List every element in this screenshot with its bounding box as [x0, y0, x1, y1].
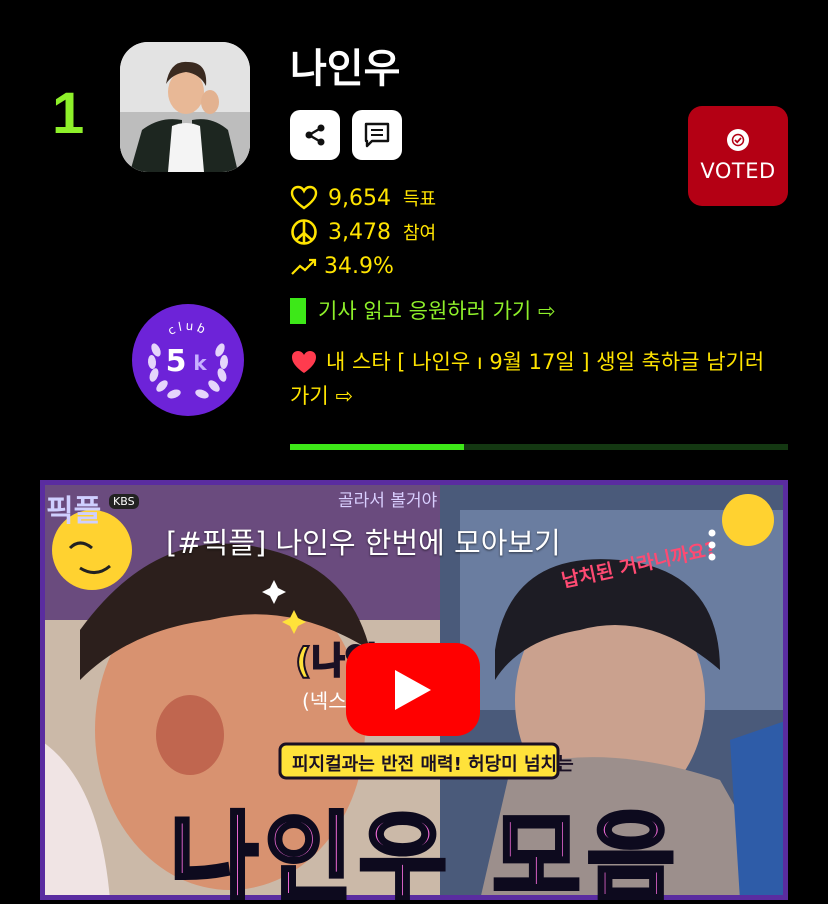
video-big-title: 나인우 모음	[168, 800, 682, 900]
birthday-link-line1: 내 스타 [ 나인우 ı 9월 17일 ] 생일 축하글 남기러	[326, 350, 765, 374]
rank-number: 1	[52, 81, 85, 146]
voted-label: VOTED	[700, 159, 776, 183]
artist-avatar[interactable]	[120, 42, 250, 172]
trending-up-icon	[291, 258, 317, 275]
heart-icon	[290, 185, 318, 210]
more-options-icon[interactable]	[706, 528, 718, 566]
club-5k-badge: club 5 k	[132, 304, 244, 416]
left-tag: 픽플	[46, 494, 102, 529]
article-link-marker	[290, 298, 306, 324]
sub-caption: (넥스	[302, 689, 347, 713]
vote-progress-fill	[290, 444, 465, 450]
voted-button[interactable]: VOTED	[688, 106, 788, 206]
rate-value: 34.9%	[324, 253, 394, 279]
red-heart-icon	[292, 351, 316, 373]
comment-button[interactable]	[352, 110, 402, 160]
artist-photo	[120, 42, 250, 172]
voted-check-icon	[727, 129, 749, 151]
votes-unit: 득표	[402, 189, 437, 210]
participants-unit: 참여	[402, 223, 437, 244]
yellow-caption: 피지컬과는 반전 매력! 허당미 넘치는	[292, 754, 574, 775]
top-caption: 골라서 볼거야	[338, 491, 438, 511]
peace-icon	[291, 219, 317, 245]
club-top-text: club	[166, 319, 208, 338]
play-icon	[395, 669, 431, 710]
vote-progress-bar	[290, 444, 788, 450]
comment-icon	[364, 122, 390, 148]
video-title[interactable]: [#픽플] 나인우 한번에 모아보기	[166, 520, 561, 562]
play-button[interactable]	[346, 643, 480, 736]
share-button[interactable]	[290, 110, 340, 160]
club-badge-number: 5	[166, 344, 187, 379]
share-icon	[305, 124, 325, 146]
club-badge-suffix: k	[193, 351, 207, 375]
youtube-video-embed[interactable]: 픽플 KBS 골라서 볼거야 납치된 거라니까요? (나인우) (넥스 피지컬과…	[40, 480, 788, 900]
birthday-link-line2: 가기 ⇨	[290, 384, 353, 408]
artist-name: 나인우	[290, 46, 401, 92]
votes-value: 9,654	[328, 185, 391, 211]
votes-stat: 9,654 득표	[290, 182, 436, 214]
participants-value: 3,478	[328, 219, 391, 245]
svg-text:club: club	[166, 319, 211, 338]
participants-stat: 3,478 참여	[290, 216, 436, 248]
channel-badge: KBS	[109, 494, 139, 509]
laurel-icon: club 5 k	[147, 319, 229, 399]
birthday-link[interactable]: 내 스타 [ 나인우 ı 9월 17일 ] 생일 축하글 남기러 가기 ⇨	[290, 345, 790, 413]
article-link[interactable]: 기사 읽고 응원하러 가기 ⇨	[318, 294, 556, 328]
rate-stat: 34.9%	[290, 250, 394, 282]
